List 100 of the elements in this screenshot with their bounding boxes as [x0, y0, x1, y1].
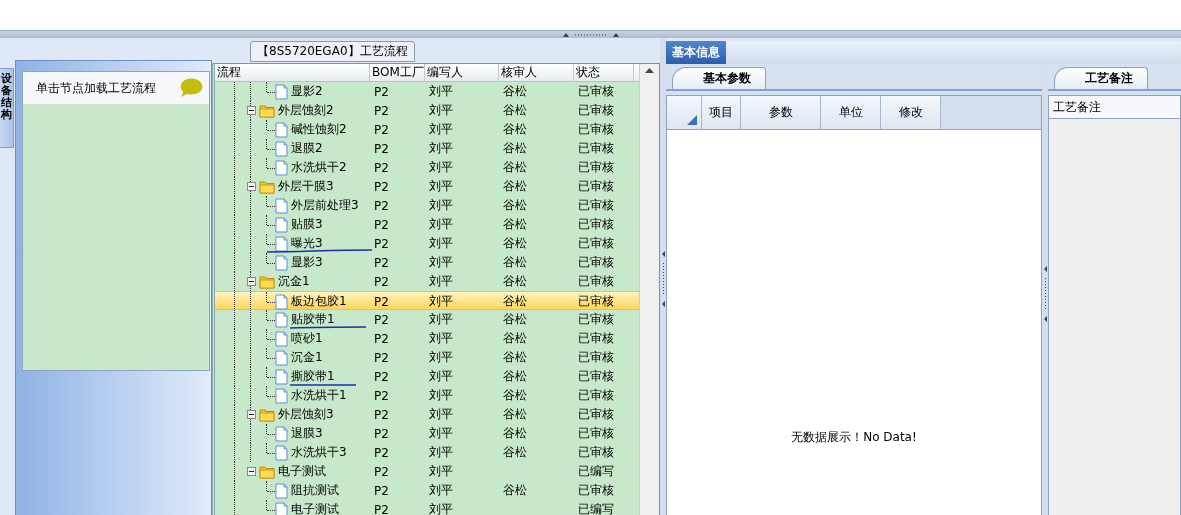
table-row[interactable]: 板边包胶1 P2 刘平 谷松 已审核: [215, 291, 639, 310]
table-row[interactable]: 阻抗测试 P2 刘平 谷松 已审核: [215, 481, 639, 500]
node-label[interactable]: 外层前处理3: [291, 197, 359, 214]
table-cell-text: P2: [373, 331, 390, 346]
node-label[interactable]: 外层蚀刻2: [278, 102, 334, 119]
node-label[interactable]: 退膜2: [291, 140, 323, 157]
node-label[interactable]: 阻抗测试: [291, 482, 339, 499]
table-cell-text: P2: [373, 179, 390, 194]
column-header[interactable]: 编写人: [425, 64, 499, 81]
expand-icon[interactable]: [246, 467, 256, 476]
node-label[interactable]: 沉金1: [291, 349, 323, 366]
scroll-up-icon[interactable]: [645, 68, 654, 73]
splitter-handle-icon[interactable]: [660, 249, 666, 309]
node-label[interactable]: 退膜3: [291, 425, 323, 442]
tab[interactable]: 基本参数: [672, 67, 766, 89]
node-label[interactable]: 显影3: [291, 254, 323, 271]
column-header[interactable]: 核审人: [499, 64, 574, 81]
table-row[interactable]: 退膜2 P2 刘平 谷松 已审核: [215, 139, 639, 158]
table-row[interactable]: 喷砂1 P2 刘平 谷松 已审核: [215, 329, 639, 348]
table-cell-text: 已审核: [577, 83, 615, 100]
table-cell-text: P2: [373, 369, 390, 384]
table-row[interactable]: 显影2 P2 刘平 谷松 已审核: [215, 82, 639, 101]
node-label[interactable]: 板边包胶1: [291, 293, 347, 310]
node-label[interactable]: 喷砂1: [291, 330, 323, 347]
table-row[interactable]: 外层干膜3 P2 刘平 谷松 已审核: [215, 177, 639, 196]
document-icon: [275, 330, 288, 347]
scrollbar[interactable]: [639, 64, 659, 515]
document-icon: [275, 254, 288, 271]
table-row[interactable]: 外层蚀刻2 P2 刘平 谷松 已审核: [215, 101, 639, 120]
table-cell-text: 刘平: [428, 368, 454, 385]
node-label[interactable]: 外层干膜3: [278, 178, 334, 195]
table-row[interactable]: 沉金1 P2 刘平 谷松 已审核: [215, 348, 639, 367]
table-row[interactable]: 撕胶带1 P2 刘平 谷松 已审核: [215, 367, 639, 386]
table-cell-text: 刘平: [428, 330, 454, 347]
table-cell-text: 刘平: [428, 482, 454, 499]
node-label[interactable]: 外层蚀刻3: [278, 406, 334, 423]
expand-icon[interactable]: [246, 106, 256, 115]
column-header[interactable]: BOM工厂: [370, 64, 425, 81]
tab[interactable]: 工艺备注: [1054, 67, 1148, 89]
node-label[interactable]: 碱性蚀刻2: [291, 121, 347, 138]
tab[interactable]: 基本信息: [666, 41, 726, 64]
table-cell-text: P2: [373, 255, 390, 270]
column-header[interactable]: 状态: [574, 64, 634, 81]
table-cell-text: 谷松: [502, 121, 528, 138]
column-header[interactable]: 参数: [741, 96, 821, 129]
table-cell-text: 已审核: [577, 444, 615, 461]
node-label[interactable]: 贴膜3: [291, 216, 323, 233]
node-label[interactable]: 沉金1: [278, 273, 310, 290]
table-row[interactable]: 外层蚀刻3 P2 刘平 谷松 已审核: [215, 405, 639, 424]
table-cell-text: P2: [373, 103, 390, 118]
table-row[interactable]: 水洗烘干2 P2 刘平 谷松 已审核: [215, 158, 639, 177]
node-label[interactable]: 曝光3: [291, 235, 323, 252]
node-label[interactable]: 水洗烘干3: [291, 444, 347, 461]
node-label[interactable]: 撕胶带1: [291, 368, 335, 385]
table-cell-text: 刘平: [428, 311, 454, 328]
table-row[interactable]: 电子测试 P2 刘平 已编写: [215, 500, 639, 515]
vertical-tab[interactable]: 设备结构: [0, 68, 14, 148]
table-row[interactable]: 退膜3 P2 刘平 谷松 已审核: [215, 424, 639, 443]
node-label[interactable]: 水洗烘干1: [291, 387, 347, 404]
expand-icon[interactable]: [246, 410, 256, 419]
node-label[interactable]: 电子测试: [278, 463, 326, 480]
table-row[interactable]: 贴膜3 P2 刘平 谷松 已审核: [215, 215, 639, 234]
folder-icon: [259, 179, 275, 194]
table-row[interactable]: 外层前处理3 P2 刘平 谷松 已审核: [215, 196, 639, 215]
node-label[interactable]: 贴胶带1: [291, 311, 335, 328]
document-icon: [275, 387, 288, 404]
table-row[interactable]: 电子测试 P2 刘平 已编写: [215, 462, 639, 481]
panel-title: 【8S5720EGA0】工艺流程: [250, 41, 415, 62]
node-label[interactable]: 电子测试: [291, 501, 339, 515]
column-header[interactable]: 项目: [702, 96, 741, 129]
table-cell-text: 刘平: [428, 273, 454, 290]
table-cell-text: 谷松: [502, 216, 528, 233]
table-row[interactable]: 水洗烘干1 P2 刘平 谷松 已审核: [215, 386, 639, 405]
table-cell-text: P2: [373, 84, 390, 99]
table-cell-text: 谷松: [502, 140, 528, 157]
table-cell-text: 刘平: [428, 406, 454, 423]
table-row[interactable]: 水洗烘干3 P2 刘平 谷松 已审核: [215, 443, 639, 462]
table-cell-text: 已审核: [577, 235, 615, 252]
table-cell-text: 刘平: [428, 501, 454, 515]
table-cell-text: P2: [373, 426, 390, 441]
column-header[interactable]: 单位: [821, 96, 881, 129]
table-row[interactable]: 曝光3 P2 刘平 谷松 已审核: [215, 234, 639, 253]
expand-icon[interactable]: [246, 182, 256, 191]
table-row[interactable]: 碱性蚀刻2 P2 刘平 谷松 已审核: [215, 120, 639, 139]
table-cell-text: 刘平: [428, 254, 454, 271]
table-cell-text: 谷松: [502, 178, 528, 195]
speech-bubble-icon: [179, 78, 203, 98]
table-row[interactable]: 沉金1 P2 刘平 谷松 已审核: [215, 272, 639, 291]
document-icon: [275, 235, 288, 252]
expand-icon[interactable]: [246, 277, 256, 286]
node-label[interactable]: 显影2: [291, 83, 323, 100]
table-row[interactable]: 贴胶带1 P2 刘平 谷松 已审核: [215, 310, 639, 329]
column-header[interactable]: 流程: [215, 64, 370, 81]
table-row[interactable]: 显影3 P2 刘平 谷松 已审核: [215, 253, 639, 272]
node-label[interactable]: 水洗烘干2: [291, 159, 347, 176]
table-cell-text: 已审核: [577, 273, 615, 290]
table-cell-text: 已审核: [577, 368, 615, 385]
splitter-handle-icon[interactable]: [560, 31, 621, 38]
table-cell-text: 刘平: [428, 349, 454, 366]
table-cell-text: 已审核: [577, 102, 615, 119]
